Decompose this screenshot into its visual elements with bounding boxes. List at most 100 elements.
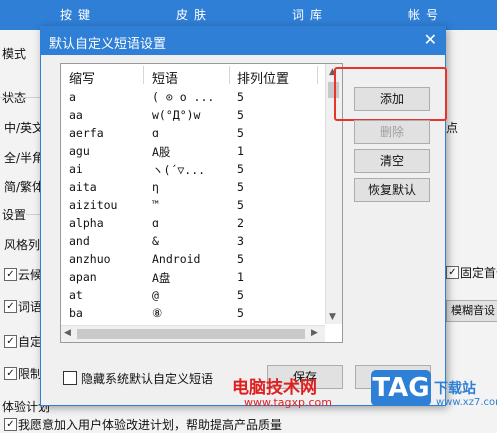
column-position[interactable]: 排列位置 <box>237 68 289 87</box>
phrase-abbr: at <box>69 288 83 302</box>
phrase-position: 5 <box>237 180 244 194</box>
phrase-position: 5 <box>237 288 244 302</box>
phrase-abbr: a <box>69 90 76 104</box>
list-rows: a ( ⊙ o ... 5 aa w(°Д°)w 5 aerfa ɑ 5 agu A股 1 ai ヽ(´▽… <box>61 88 325 340</box>
scroll-down-icon[interactable]: ▼ <box>329 312 336 322</box>
list-item[interactable]: aita η 5 <box>61 178 325 196</box>
phrase-text: ɑ <box>152 216 159 230</box>
tab-account[interactable]: 帐号 <box>408 6 444 23</box>
dialog-title: 默认自定义短语设置 <box>49 37 167 52</box>
phrase-position: 5 <box>237 90 244 104</box>
phrase-abbr: and <box>69 234 90 248</box>
phrase-text: ɑ <box>152 126 159 140</box>
cloud-checkbox[interactable]: ✓ <box>4 268 17 281</box>
phrase-abbr: aizitou <box>69 198 118 212</box>
list-item[interactable]: aizitou ™ 5 <box>61 196 325 214</box>
phrase-position: 5 <box>237 252 244 266</box>
phrase-position: 5 <box>237 198 244 212</box>
phrase-abbr: ai <box>69 162 83 176</box>
divider <box>0 97 40 98</box>
phrase-position: 5 <box>237 108 244 122</box>
tab-keys[interactable]: 按键 <box>60 6 96 23</box>
phrase-text: w(°Д°)w <box>152 108 201 122</box>
clear-button[interactable]: 清空 <box>354 149 430 173</box>
phrase-text: ヽ(´▽... <box>152 163 206 177</box>
cloud-label: 云候 <box>18 268 43 282</box>
watermark-download: 下载站 <box>434 381 476 397</box>
watermark-site-url: www.tagxp.com <box>244 396 332 409</box>
restore-default-button[interactable]: 恢复默认 <box>354 178 430 202</box>
list-item[interactable]: anzhuo Android 5 <box>61 250 325 268</box>
experience-checkbox[interactable]: ✓ <box>4 418 17 431</box>
watermark-site-name: 电脑技术网 <box>232 378 317 398</box>
phrase-abbr: ba <box>69 306 83 320</box>
phrase-abbr: alpha <box>69 216 104 230</box>
custom-label: 自定 <box>18 335 43 349</box>
phrase-text: η <box>152 180 159 194</box>
close-icon[interactable]: ✕ <box>424 30 437 49</box>
custom-checkbox[interactable]: ✓ <box>4 335 17 348</box>
column-divider <box>143 66 144 84</box>
tab-skin[interactable]: 皮肤 <box>176 6 212 23</box>
full-half-label: 全/半角 <box>4 151 45 165</box>
column-divider <box>229 66 230 84</box>
phrase-position: 5 <box>237 162 244 176</box>
list-item[interactable]: at @5 <box>61 286 325 304</box>
scroll-thumb-horizontal[interactable] <box>77 329 305 339</box>
list-item[interactable]: and & 3 <box>61 232 325 250</box>
phrase-position: 1 <box>237 270 244 284</box>
section-settings: 设置 <box>2 208 27 222</box>
phrase-text: ⑧ <box>152 306 163 320</box>
list-item[interactable]: ba ⑧ 5 <box>61 304 325 322</box>
add-button[interactable]: 添加 <box>354 87 430 111</box>
phrase-position: 5 <box>237 126 244 140</box>
phrase-text: ( ⊙ o ... <box>152 90 215 104</box>
divider <box>26 214 40 215</box>
phrase-position: 1 <box>237 144 244 158</box>
word-checkbox[interactable]: ✓ <box>4 300 17 313</box>
simp-trad-label: 简/繁体 <box>4 180 45 194</box>
phrase-list[interactable]: 缩写 短语 排列位置 a( ⊙ o ... 5 aa w(°Д°)w 5 aerfa ɑ 5 a… <box>60 63 343 343</box>
column-divider <box>317 66 318 84</box>
experience-consent-label: 我愿意加入用户体验改进计划，帮助提高产品质量 <box>18 418 283 432</box>
limit-checkbox[interactable]: ✓ <box>4 367 17 380</box>
list-header: 缩写 短语 排列位置 <box>61 64 325 87</box>
style-label: 风格列 <box>4 238 41 252</box>
phrase-abbr: apan <box>69 270 97 284</box>
hide-default-checkbox[interactable] <box>63 371 77 385</box>
fuzzy-sound-button[interactable]: 模糊音设 <box>446 300 497 322</box>
word-label: 词语 <box>18 300 43 314</box>
phrase-text: & <box>152 234 159 248</box>
watermark-download-url: www.xz7.com <box>436 397 497 408</box>
scroll-right-icon[interactable]: ▶ <box>311 328 318 338</box>
list-item[interactable]: ai ヽ(´▽... 5 <box>61 160 325 178</box>
list-item[interactable]: a ( ⊙ o ... 5 <box>61 88 325 106</box>
list-item[interactable]: agu A股 1 <box>61 142 325 160</box>
list-item[interactable]: aerfa ɑ 5 <box>61 124 325 142</box>
phrase-abbr: aerfa <box>69 126 104 140</box>
phrase-abbr: aita <box>69 180 97 194</box>
phrase-abbr: agu <box>69 144 90 158</box>
phrase-position: 2 <box>237 216 244 230</box>
column-phrase[interactable]: 短语 <box>152 68 178 87</box>
horizontal-scrollbar[interactable]: ◀ ▶ <box>61 325 325 342</box>
phrase-position: 5 <box>237 306 244 320</box>
phrase-abbr: aa <box>69 108 83 122</box>
list-item[interactable]: aa w(°Д°)w 5 <box>61 106 325 124</box>
phrase-text: Android <box>152 252 201 266</box>
list-item[interactable]: apan A盘 1 <box>61 268 325 286</box>
tab-lexicon[interactable]: 词库 <box>292 6 328 23</box>
delete-button[interactable]: 删除 <box>354 120 430 144</box>
custom-phrase-dialog: 默认自定义短语设置 ✕ 缩写 短语 排列位置 a ( ⊙ o ... 5 aa w(°Д… <box>40 26 447 406</box>
section-mode: 模式 <box>2 47 27 61</box>
phrase-text: A盘 <box>152 271 171 285</box>
column-abbr[interactable]: 缩写 <box>69 68 95 87</box>
fixed-first-checkbox[interactable]: ✓ <box>446 266 459 279</box>
list-item[interactable]: alpha ɑ 2 <box>61 214 325 232</box>
phrase-text: A股 <box>152 145 171 159</box>
tag-logo: TAG <box>371 370 431 406</box>
dot-label: 点 <box>446 121 459 135</box>
limit-label: 限制 <box>18 367 43 381</box>
phrase-text: ™ <box>152 198 159 212</box>
scroll-left-icon[interactable]: ◀ <box>64 328 71 338</box>
